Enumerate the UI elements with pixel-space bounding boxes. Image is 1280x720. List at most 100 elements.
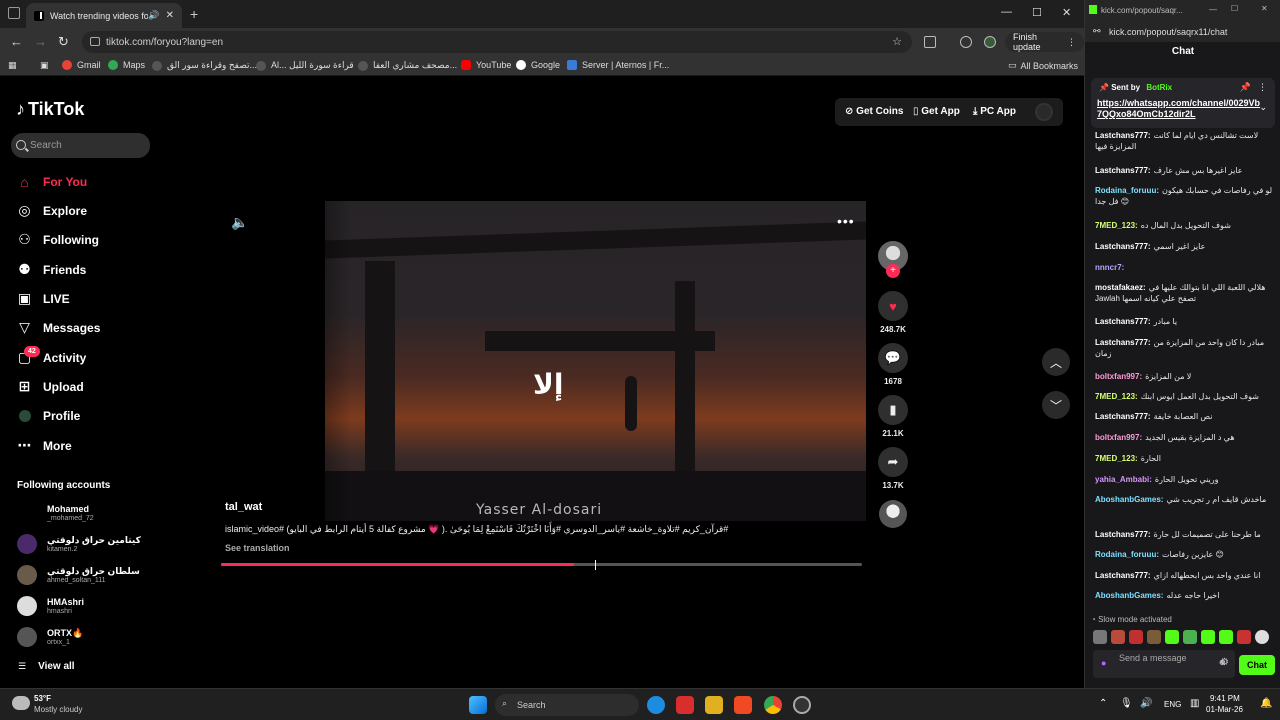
taskbar-search[interactable]: ⌕ Search: [495, 694, 639, 716]
chat-username[interactable]: yahia_Ambabi:: [1095, 475, 1152, 484]
back-button[interactable]: ←: [10, 34, 23, 49]
pinned-link[interactable]: https://whatsapp.com/channel/0029Vb7QQxo…: [1097, 98, 1265, 120]
previous-video-button[interactable]: ︿: [1042, 348, 1070, 376]
share-button[interactable]: ➦ 13.7K: [876, 447, 910, 490]
emote-icon[interactable]: [1165, 630, 1179, 644]
bookmark-mushaf[interactable]: مصحف مشاري العفا...: [358, 60, 457, 71]
chat-username[interactable]: Lastchans777:: [1095, 338, 1151, 347]
nav-more[interactable]: ⋯ More: [16, 437, 72, 454]
menu-dots-icon[interactable]: ⋮: [1067, 37, 1076, 48]
edge-icon[interactable]: [647, 696, 665, 714]
view-all-link[interactable]: ☰ View all: [18, 661, 75, 672]
emote-icon[interactable]: [1111, 630, 1125, 644]
close-window-button[interactable]: ✕: [1261, 4, 1268, 13]
video-author[interactable]: tal_wat: [225, 501, 262, 513]
reload-button[interactable]: ↻: [58, 34, 69, 50]
bookmark-quran-2[interactable]: Al... قراءة سورة الليل: [256, 60, 354, 71]
audio-playing-icon[interactable]: 🔊: [148, 10, 159, 21]
new-tab-button[interactable]: +: [190, 6, 198, 22]
search-input[interactable]: Search: [11, 133, 150, 158]
chat-username[interactable]: boltxfan997:: [1095, 372, 1142, 381]
weather-temp[interactable]: 53°F: [34, 694, 51, 703]
send-chat-button[interactable]: Chat: [1239, 655, 1275, 675]
video-progress-bar[interactable]: [221, 563, 862, 566]
chat-username[interactable]: Rodaina_foruuu:: [1095, 186, 1159, 195]
chat-username[interactable]: boltxfan997:: [1095, 433, 1142, 442]
chat-input[interactable]: ● Send a message ☻: [1093, 650, 1235, 678]
tab-tiktok[interactable]: Watch trending videos for y 🔊 ✕: [26, 3, 182, 28]
nav-for-you[interactable]: ⌂ For You: [16, 173, 87, 190]
apps-grid-icon[interactable]: ▦: [8, 60, 17, 71]
comment-button[interactable]: 💬 1678: [876, 343, 910, 386]
settings-gear-icon[interactable]: ⚙: [1220, 657, 1229, 668]
media-control-icon[interactable]: [960, 36, 972, 48]
chat-username[interactable]: 7MED_123:: [1095, 454, 1138, 463]
mic-icon[interactable]: ●: [1101, 658, 1106, 668]
get-app-button[interactable]: ▯ Get App: [913, 106, 960, 117]
nav-friends[interactable]: ⚉ Friends: [16, 261, 86, 278]
forward-button[interactable]: →: [34, 34, 47, 49]
get-coins-button[interactable]: ⊘ Get Coins: [845, 106, 903, 117]
minimize-button[interactable]: —: [1001, 6, 1012, 18]
nav-upload[interactable]: ⊞ Upload: [16, 378, 84, 395]
bookmark-maps[interactable]: Maps: [108, 60, 145, 70]
emote-icon[interactable]: [1255, 630, 1269, 644]
bookmark-star-icon[interactable]: ☆: [892, 35, 902, 48]
music-disc-avatar[interactable]: [879, 500, 907, 528]
nav-profile[interactable]: Profile: [16, 407, 80, 424]
emote-icon[interactable]: [1129, 630, 1143, 644]
chat-username[interactable]: Rodaina_foruuu:: [1095, 550, 1159, 559]
volume-icon[interactable]: 🔈: [231, 214, 248, 231]
close-tab-icon[interactable]: ✕: [166, 10, 174, 21]
site-settings-icon[interactable]: ⚯: [1093, 26, 1101, 37]
unpin-icon[interactable]: 📌: [1240, 82, 1251, 93]
emote-icon[interactable]: [1237, 630, 1251, 644]
chat-username[interactable]: 7MED_123:: [1095, 221, 1138, 230]
chat-username[interactable]: Lastchans777:: [1095, 412, 1151, 421]
pc-app-button[interactable]: ⤓ PC App: [973, 106, 1016, 117]
chat-url-bar[interactable]: ⚯ kick.com/popout/saqrx11/chat: [1085, 22, 1280, 42]
clock-time[interactable]: 9:41 PM: [1210, 694, 1240, 703]
maximize-button[interactable]: ☐: [1032, 6, 1042, 19]
chat-username[interactable]: AboshanbGames:: [1095, 591, 1163, 600]
weather-desc[interactable]: Mostly cloudy: [34, 705, 82, 714]
nav-live[interactable]: ▣ LIVE: [16, 290, 70, 307]
chat-username[interactable]: Lastchans777:: [1095, 242, 1151, 251]
emote-icon[interactable]: [1219, 630, 1233, 644]
profile-avatar-icon[interactable]: [984, 36, 996, 48]
following-account[interactable]: HMAshri hmashri: [17, 596, 84, 616]
notification-icon[interactable]: 🔔: [1260, 698, 1272, 709]
user-avatar[interactable]: [1035, 103, 1053, 121]
app-r-icon[interactable]: [705, 696, 723, 714]
bookmark-quran-1[interactable]: تصفح وقراءة سور الق...: [152, 60, 257, 71]
video-player[interactable]: [325, 201, 866, 521]
pinned-username[interactable]: BotRix: [1146, 83, 1172, 92]
following-account[interactable]: كيتامين حراق دلوقتي kitamen.2: [17, 534, 141, 554]
chrome-icon[interactable]: [764, 696, 782, 714]
nav-messages[interactable]: ▽ Messages: [16, 319, 100, 336]
emote-icon[interactable]: [1093, 630, 1107, 644]
following-account[interactable]: سلطان حراق دلوقتي ahmed_soltan_111: [17, 565, 140, 585]
bookmark-youtube[interactable]: YouTube: [461, 60, 511, 70]
save-button[interactable]: ▮ 21.1K: [876, 395, 910, 438]
video-more-icon[interactable]: •••: [837, 213, 855, 229]
chat-username[interactable]: Lastchans777:: [1095, 530, 1151, 539]
tiktok-logo[interactable]: ♪ TikTok: [16, 99, 84, 120]
tab-search-icon[interactable]: [8, 7, 20, 19]
bookmark-aternos[interactable]: Server | Aternos | Fr...: [567, 60, 669, 70]
see-translation-link[interactable]: See translation: [225, 543, 290, 553]
like-button[interactable]: ♥ 248.7K: [876, 291, 910, 334]
chat-username[interactable]: Lastchans777:: [1095, 571, 1151, 580]
nav-explore[interactable]: ◎ Explore: [16, 202, 87, 219]
bookmark-gmail[interactable]: Gmail: [62, 60, 101, 70]
nav-following[interactable]: ⚇ Following: [16, 231, 99, 248]
chat-username[interactable]: mostafakaez:: [1095, 283, 1146, 292]
bookmark-google[interactable]: Google: [516, 60, 560, 70]
extensions-icon[interactable]: [924, 36, 936, 48]
speaker-icon[interactable]: 🔊: [1140, 698, 1152, 709]
clock-date[interactable]: 01-Mar-26: [1206, 705, 1243, 714]
emote-icon[interactable]: [1147, 630, 1161, 644]
app-gear-icon[interactable]: [793, 696, 811, 714]
close-window-button[interactable]: ✕: [1062, 6, 1071, 19]
address-bar[interactable]: tiktok.com/foryou?lang=en ☆: [82, 31, 912, 53]
